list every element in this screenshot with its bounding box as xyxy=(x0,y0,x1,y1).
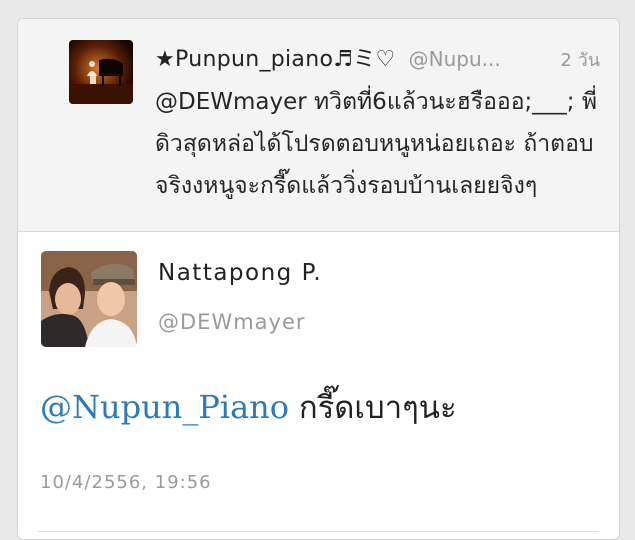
tweet-timestamp: 10/4/2556, 19:56 xyxy=(40,472,212,493)
mention-link[interactable]: @Nupun_Piano xyxy=(40,388,289,426)
profile-photo xyxy=(41,251,137,347)
author-handle[interactable]: @DEWmayer xyxy=(158,310,306,334)
piano-performer-photo xyxy=(69,40,133,104)
in-reply-to-tweet[interactable]: ★Punpun_piano♬ミ♡ @Nupu... 2 วัน @DEWmaye… xyxy=(18,19,619,232)
main-tweet: Nattapong P. @DEWmayer @Nupun_Piano กรี๊… xyxy=(18,232,619,539)
avatar[interactable] xyxy=(41,251,137,347)
reply-timestamp: 2 วัน xyxy=(560,50,600,71)
tweet-detail-card: ★Punpun_piano♬ミ♡ @Nupu... 2 วัน @DEWmaye… xyxy=(17,18,620,540)
reply-tweet-text: @DEWmayer ทวิตที่6แล้วนะฮรือออ;___; พี่ด… xyxy=(155,89,598,199)
reply-handle[interactable]: @Nupu... xyxy=(409,47,501,71)
tweet-body: กรี๊ดเบาๆนะ xyxy=(289,390,457,426)
divider xyxy=(38,531,599,532)
author-display-name[interactable]: Nattapong P. xyxy=(158,260,322,286)
tweet-text: @Nupun_Piano กรี๊ดเบาๆนะ xyxy=(40,382,457,432)
avatar[interactable] xyxy=(69,40,133,104)
reply-display-name[interactable]: ★Punpun_piano♬ミ♡ xyxy=(155,47,396,72)
reply-header: ★Punpun_piano♬ミ♡ @Nupu... 2 วัน xyxy=(155,41,600,72)
